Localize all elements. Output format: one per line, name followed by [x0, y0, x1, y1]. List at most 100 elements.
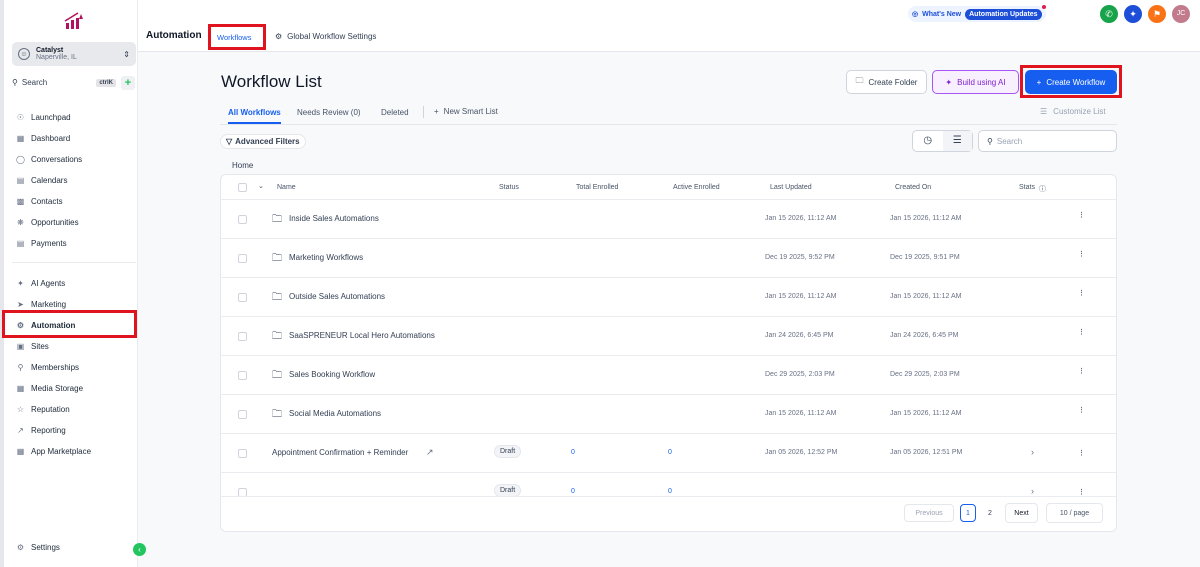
account-name: Catalyst	[36, 47, 64, 54]
more-options-icon[interactable]: ⋮	[1078, 211, 1085, 219]
sidebar-item-settings[interactable]: ⚙ Settings	[16, 540, 60, 554]
row-checkbox[interactable]	[238, 449, 247, 458]
more-options-icon[interactable]: ⋮	[1078, 250, 1085, 258]
sidebar-item-contacts[interactable]: ▩ Contacts	[16, 194, 63, 208]
folder-name[interactable]: Sales Booking Workflow	[289, 370, 375, 379]
previous-page-button[interactable]: Previous	[904, 504, 954, 522]
folder-icon: 🗀	[272, 370, 282, 381]
workflow-search-input[interactable]: ⚲ Search	[978, 130, 1117, 152]
more-options-icon[interactable]: ⋮	[1078, 488, 1085, 496]
table-row[interactable]: 🗀 Social Media Automations Jan 15 2026, …	[221, 394, 1116, 433]
folder-name[interactable]: SaaSPRENEUR Local Hero Automations	[289, 331, 435, 340]
folder-name[interactable]: Inside Sales Automations	[289, 214, 379, 223]
page-2-button[interactable]: 2	[982, 504, 998, 522]
conversations-icon: ◯	[16, 154, 25, 164]
table-row[interactable]: 🗀 SaaSPRENEUR Local Hero Automations Jan…	[221, 316, 1116, 355]
customize-list-button[interactable]: ☰ Customize List	[1040, 107, 1106, 116]
search-button[interactable]: ⚲ Search ctrlK	[12, 75, 116, 90]
next-page-button[interactable]: Next	[1005, 503, 1038, 523]
clock-view-button[interactable]: ◷	[913, 131, 943, 151]
table-row[interactable]: Appointment Confirmation + Reminder ↗ Dra…	[221, 433, 1116, 472]
sidebar-item-dashboard[interactable]: ▦ Dashboard	[16, 131, 70, 145]
tab-global-workflow-settings[interactable]: ⚙ Global Workflow Settings	[275, 32, 376, 41]
list-view-button[interactable]: ☰	[942, 131, 972, 151]
sidebar-item-sites[interactable]: ▣ Sites	[16, 339, 49, 353]
sidebar-item-conversations[interactable]: ◯ Conversations	[16, 152, 82, 166]
advanced-filters-button[interactable]: ▽ Advanced Filters	[220, 134, 306, 149]
table-row[interactable]: 🗀 Inside Sales Automations Jan 15 2026, …	[221, 199, 1116, 238]
active-enrolled[interactable]: 0	[668, 488, 672, 495]
table-row[interactable]: 🗀 Outside Sales Automations Jan 15 2026,…	[221, 277, 1116, 316]
sidebar-item-reporting[interactable]: ↗ Reporting	[16, 423, 66, 437]
sidebar-item-launchpad[interactable]: ☉ Launchpad	[16, 110, 71, 124]
tab-needs-review[interactable]: Needs Review (0)	[297, 108, 361, 117]
table-row[interactable]: 🗀 Sales Booking Workflow Dec 29 2025, 2:…	[221, 355, 1116, 394]
table-row[interactable]: 🗀 Marketing Workflows Dec 19 2025, 9:52 …	[221, 238, 1116, 277]
sidebar-item-opportunities[interactable]: ❋ Opportunities	[16, 215, 78, 229]
sidebar-item-memberships[interactable]: ⚲ Memberships	[16, 360, 79, 374]
sidebar-item-ai-agents[interactable]: ✦ AI Agents	[16, 276, 65, 290]
sidebar-item-reputation[interactable]: ☆ Reputation	[16, 402, 70, 416]
chevron-right-icon[interactable]: ›	[1031, 486, 1034, 496]
page-title: Workflow List	[221, 72, 322, 91]
total-enrolled[interactable]: 0	[571, 488, 575, 495]
quick-add-button[interactable]: +	[121, 76, 135, 90]
last-updated: Jan 15 2026, 11:12 AM	[765, 410, 837, 417]
external-link-icon[interactable]: ↗	[426, 447, 434, 458]
more-options-icon[interactable]: ⋮	[1078, 449, 1085, 457]
column-header-status[interactable]: Status	[499, 184, 519, 191]
sidebar-item-app-marketplace[interactable]: ▦ App Marketplace	[16, 444, 91, 458]
account-switcher[interactable]: ☺ Catalyst Naperville, IL ⇕	[12, 42, 136, 66]
column-header-last-updated[interactable]: Last Updated	[770, 184, 812, 191]
chevron-down-icon[interactable]: ⌄	[258, 182, 264, 190]
whats-new-button[interactable]: ◎ What's New Automation Updates	[908, 5, 1046, 22]
build-using-ai-button[interactable]: ✦ Build using AI	[932, 70, 1019, 94]
folder-name[interactable]: Marketing Workflows	[289, 253, 363, 262]
more-options-icon[interactable]: ⋮	[1078, 328, 1085, 336]
more-options-icon[interactable]: ⋮	[1078, 289, 1085, 297]
row-checkbox[interactable]	[238, 410, 247, 419]
more-options-icon[interactable]: ⋮	[1078, 406, 1085, 414]
folder-name[interactable]: Outside Sales Automations	[289, 292, 385, 301]
highlight-automation	[2, 310, 137, 338]
sidebar-item-calendars[interactable]: ▤ Calendars	[16, 173, 68, 187]
sidebar-item-media-storage[interactable]: ▦ Media Storage	[16, 381, 83, 395]
sidebar-item-marketing[interactable]: ➤ Marketing	[16, 297, 66, 311]
create-folder-button[interactable]: 🗀 Create Folder	[846, 70, 927, 94]
new-smart-list-button[interactable]: + New Smart List	[434, 107, 498, 116]
chevron-right-icon[interactable]: ›	[1031, 447, 1034, 457]
select-all-checkbox[interactable]	[238, 183, 247, 192]
row-checkbox[interactable]	[238, 332, 247, 341]
column-header-created-on[interactable]: Created On	[895, 184, 931, 191]
user-avatar[interactable]: JC	[1172, 5, 1190, 23]
folder-icon: 🗀	[272, 214, 282, 225]
workflow-name[interactable]: Appointment Confirmation + Reminder	[272, 448, 408, 457]
page-size-select[interactable]: 10 / page	[1046, 503, 1103, 523]
search-icon: ⚲	[987, 136, 993, 146]
more-options-icon[interactable]: ⋮	[1078, 367, 1085, 375]
column-header-name[interactable]: Name	[277, 184, 296, 191]
sidebar-item-label: Reputation	[31, 404, 70, 414]
row-checkbox[interactable]	[238, 371, 247, 380]
tab-all-workflows[interactable]: All Workflows	[228, 108, 281, 124]
row-checkbox[interactable]	[238, 254, 247, 263]
column-header-active-enrolled[interactable]: Active Enrolled	[673, 184, 720, 191]
sidebar-item-payments[interactable]: ▤ Payments	[16, 236, 67, 250]
total-enrolled[interactable]: 0	[571, 449, 575, 456]
active-enrolled[interactable]: 0	[668, 449, 672, 456]
ai-sparkle-button[interactable]: ✦	[1124, 5, 1142, 23]
row-checkbox[interactable]	[238, 293, 247, 302]
column-header-stats[interactable]: Stats	[1019, 184, 1035, 191]
page-1-button[interactable]: 1	[960, 504, 976, 522]
collapse-sidebar-button[interactable]: ‹	[133, 543, 146, 556]
phone-button[interactable]: ✆	[1100, 5, 1118, 23]
folder-name[interactable]: Social Media Automations	[289, 409, 381, 418]
highlight-create-workflow	[1020, 65, 1122, 98]
breadcrumb[interactable]: Home	[232, 161, 253, 170]
notifications-button[interactable]: ⚑	[1148, 5, 1166, 23]
automation-updates-badge[interactable]: Automation Updates	[965, 8, 1042, 20]
chevron-updown-icon: ⇕	[123, 49, 130, 59]
tab-deleted[interactable]: Deleted	[381, 108, 409, 117]
row-checkbox[interactable]	[238, 215, 247, 224]
column-header-total-enrolled[interactable]: Total Enrolled	[576, 184, 618, 191]
